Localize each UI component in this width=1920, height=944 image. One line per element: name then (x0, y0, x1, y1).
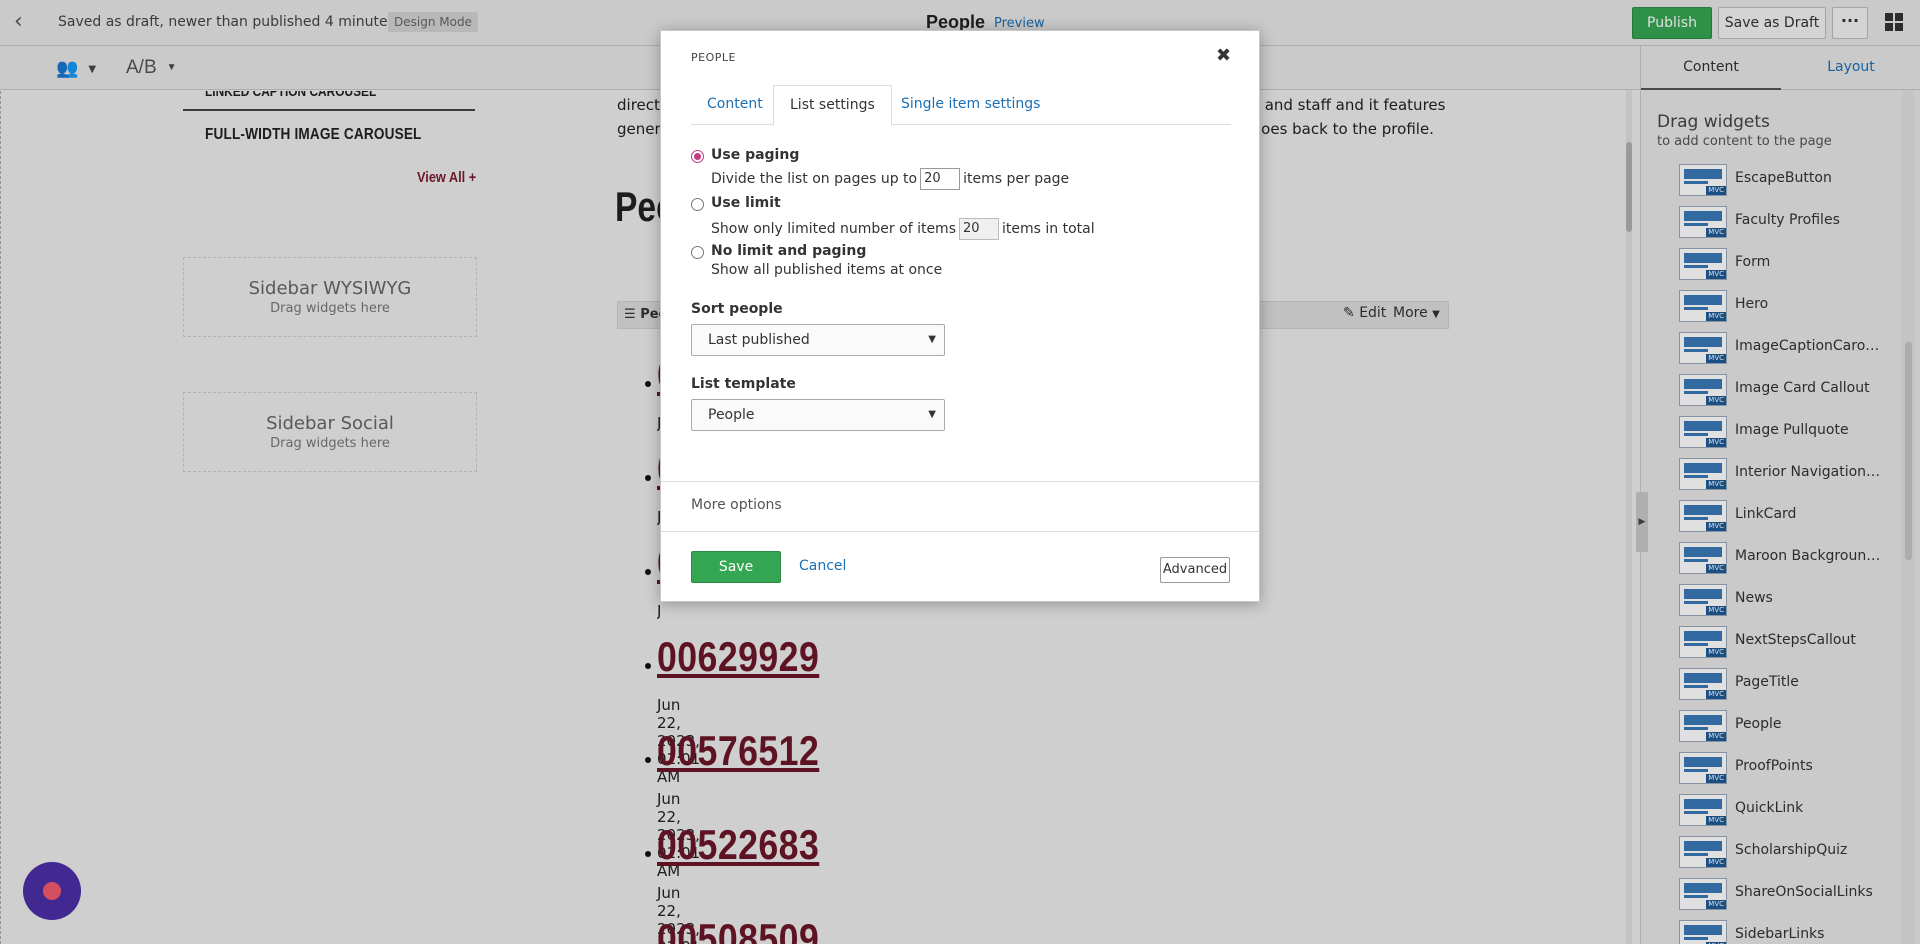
option-description: Show only limited number of items 20 items… (711, 218, 1095, 240)
sort-select[interactable]: Last published ▼ (691, 324, 945, 356)
chevron-down-icon: ▼ (928, 334, 936, 345)
tab-single-item-settings[interactable]: Single item settings (885, 85, 1056, 126)
template-label: List template (691, 376, 796, 392)
desc-before: Show only limited number of items (711, 221, 956, 237)
tab-content[interactable]: Content (691, 85, 779, 126)
divider (661, 481, 1259, 482)
items-per-page-input[interactable]: 20 (920, 168, 961, 190)
divider (661, 531, 1259, 532)
items-limit-input[interactable]: 20 (959, 218, 999, 240)
sort-label: Sort people (691, 301, 783, 317)
option-title: Use paging (711, 147, 800, 163)
desc-after: items per page (963, 171, 1070, 187)
desc-before: Divide the list on pages up to (711, 171, 918, 187)
save-button[interactable]: Save (691, 551, 781, 583)
dialog-title: PEOPLE (691, 51, 736, 64)
chevron-down-icon: ▼ (928, 409, 936, 420)
desc-after: items in total (1002, 221, 1095, 237)
option-title: Use limit (711, 195, 781, 211)
use-limit-radio[interactable] (691, 198, 704, 211)
dialog-tabs: Content List settings Single item settin… (691, 85, 1231, 126)
use-paging-radio[interactable] (691, 150, 704, 163)
more-options-toggle[interactable]: More options (691, 497, 782, 513)
sort-value: Last published (708, 332, 810, 348)
cancel-button[interactable]: Cancel (799, 558, 846, 574)
no-limit-radio[interactable] (691, 246, 704, 259)
option-title: No limit and paging (711, 243, 867, 259)
close-icon[interactable]: ✖ (1216, 45, 1231, 66)
advanced-button[interactable]: Advanced (1160, 557, 1230, 583)
option-description: Show all published items at once (711, 262, 943, 278)
template-select[interactable]: People ▼ (691, 399, 945, 431)
people-settings-dialog: PEOPLE ✖ Content List settings Single it… (660, 30, 1260, 602)
template-value: People (708, 407, 755, 423)
option-description: Divide the list on pages up to 20 items pe… (711, 168, 1069, 190)
tab-list-settings[interactable]: List settings (773, 85, 892, 126)
